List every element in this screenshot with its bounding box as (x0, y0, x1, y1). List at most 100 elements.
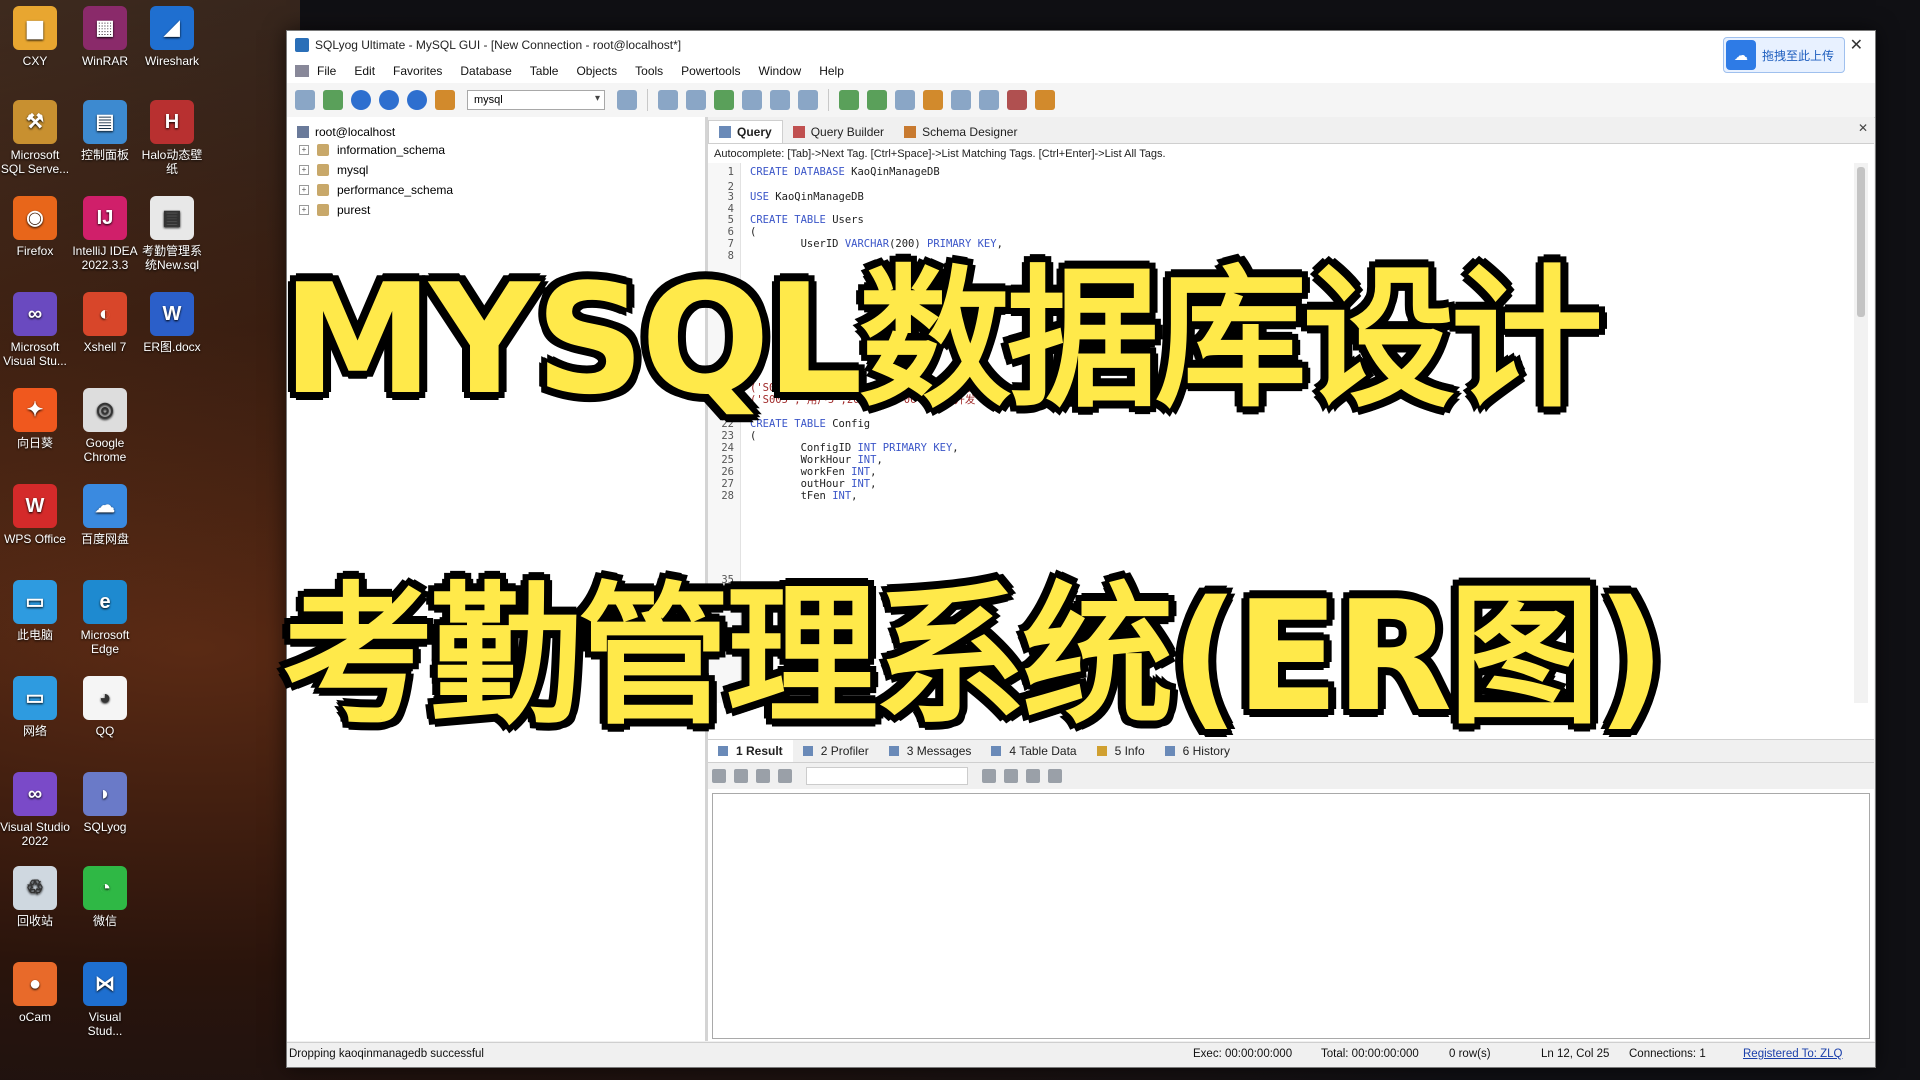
code-token: USE (750, 191, 776, 203)
new-connection-icon[interactable] (295, 90, 315, 110)
title-bar: SQLyog Ultimate - MySQL GUI - [New Conne… (287, 31, 1875, 73)
desktop-icon-network[interactable]: ▭ 网络 (0, 676, 70, 738)
schema-designer-icon[interactable] (1035, 90, 1055, 110)
tree-item-label: mysql (337, 163, 369, 177)
database-icon (317, 164, 329, 176)
cancel-icon[interactable] (1048, 769, 1062, 783)
desktop-icon-recycle-bin[interactable]: ♲ 回收站 (0, 866, 70, 928)
menu-file[interactable]: File (317, 64, 336, 78)
desktop-icon-wps[interactable]: W WPS Office (0, 484, 70, 546)
tree-item-information-schema[interactable]: + information_schema (299, 143, 445, 157)
desktop-icon-edge[interactable]: e Microsoft Edge (70, 580, 140, 656)
backup-icon[interactable] (658, 90, 678, 110)
delete-icon[interactable] (1026, 769, 1040, 783)
tree-item-purest[interactable]: + purest (299, 203, 370, 217)
add-row-icon[interactable] (982, 769, 996, 783)
close-tab-icon[interactable]: ✕ (1858, 121, 1868, 135)
query-builder-icon[interactable] (1007, 90, 1027, 110)
expand-icon[interactable]: + (299, 145, 309, 155)
data-sync-icon[interactable] (867, 90, 887, 110)
result-view-select[interactable] (806, 767, 968, 785)
tab-query-builder[interactable]: Query Builder (783, 121, 894, 143)
visual-studio-icon: ∞ (13, 292, 57, 336)
desktop-icon-this-pc[interactable]: ▭ 此电脑 (0, 580, 70, 642)
desktop-icon-winrar[interactable]: ▦ WinRAR (70, 6, 140, 68)
tree-item-performance-schema[interactable]: + performance_schema (299, 183, 453, 197)
expand-icon[interactable]: + (299, 205, 309, 215)
sync-icon[interactable] (839, 90, 859, 110)
desktop-icon-control-panel[interactable]: ▤ 控制面板 (70, 100, 140, 162)
desktop-icon-sqlyog[interactable]: ◗ SQLyog (70, 772, 140, 834)
desktop-icon-xshell[interactable]: ◐ Xshell 7 (70, 292, 140, 354)
desktop-icon-qq[interactable]: ◕ QQ (70, 676, 140, 738)
tree-item-mysql[interactable]: + mysql (299, 163, 368, 177)
desktop-icon-vs2022[interactable]: ∞ Visual Studio 2022 (0, 772, 70, 848)
menu-favorites[interactable]: Favorites (393, 64, 442, 78)
refresh-icon[interactable] (435, 90, 455, 110)
execute-all-icon[interactable] (379, 90, 399, 110)
import-icon[interactable] (714, 90, 734, 110)
desktop-icon-visual-studio[interactable]: ∞ Microsoft Visual Stu... (0, 292, 70, 368)
desktop-icon-halo[interactable]: H Halo动态壁纸 (137, 100, 207, 176)
desktop-icon-label: Firefox (16, 244, 54, 258)
desktop-icon-vscode[interactable]: ⋈ Visual Stud... (70, 962, 140, 1038)
upload-drop-button[interactable]: ☁ 拖拽至此上传 (1723, 37, 1845, 73)
folder-icon: ▆ (13, 6, 57, 50)
copy-icon[interactable] (734, 769, 748, 783)
expand-icon[interactable]: + (299, 185, 309, 195)
desktop-icon-chrome[interactable]: ◎ Google Chrome (70, 388, 140, 464)
desktop-icon-firefox[interactable]: ◉ Firefox (0, 196, 70, 258)
desktop-icon-label: 微信 (92, 914, 117, 928)
desktop-icon-intellij[interactable]: IJ IntelliJ IDEA 2022.3.3 (70, 196, 140, 272)
menu-tools[interactable]: Tools (635, 64, 663, 78)
execute-icon[interactable] (351, 90, 371, 110)
copy-database-icon[interactable] (895, 90, 915, 110)
desktop-icon-wireshark[interactable]: ◢ Wireshark (137, 6, 207, 68)
tree-root-connection[interactable]: root@localhost (297, 125, 395, 139)
expand-icon[interactable]: + (299, 165, 309, 175)
desktop-icon-wechat[interactable]: ◔ 微信 (70, 866, 140, 928)
menu-help[interactable]: Help (819, 64, 844, 78)
desktop-icon-folder[interactable]: ▆ CXY (0, 6, 70, 68)
desktop-icon-sunflower[interactable]: ✦ 向日葵 (0, 388, 70, 450)
restore-icon[interactable] (686, 90, 706, 110)
connect-icon[interactable] (323, 90, 343, 110)
export-icon[interactable] (712, 769, 726, 783)
desktop-icon-label: Microsoft Visual Stu... (3, 340, 67, 368)
vs2022-icon: ∞ (13, 772, 57, 816)
stop-icon[interactable] (407, 90, 427, 110)
menu-database[interactable]: Database (460, 64, 511, 78)
desktop-icon-sql-file[interactable]: ▤ 考勤管理系统New.sql (137, 196, 207, 272)
result-grid[interactable] (712, 793, 1870, 1039)
scrollbar-thumb[interactable] (1857, 167, 1865, 317)
desktop-icon-sql-server[interactable]: ⚒ Microsoft SQL Serve... (0, 100, 70, 176)
notification-icon[interactable] (951, 90, 971, 110)
desktop-icon-word[interactable]: W ER图.docx (137, 292, 207, 354)
filter-icon[interactable] (778, 769, 792, 783)
table-icon[interactable] (742, 90, 762, 110)
user-manager-icon[interactable] (617, 90, 637, 110)
status-registered[interactable]: Registered To: ZLQ (1743, 1048, 1843, 1060)
save-icon[interactable] (1004, 769, 1018, 783)
menu-edit[interactable]: Edit (354, 64, 375, 78)
desktop-icon-ocam[interactable]: ● oCam (0, 962, 70, 1024)
menu-table[interactable]: Table (530, 64, 559, 78)
menu-window[interactable]: Window (759, 64, 802, 78)
grid-icon[interactable] (770, 90, 790, 110)
desktop-icon-label: oCam (18, 1010, 51, 1024)
tab-schema-designer[interactable]: Schema Designer (894, 121, 1027, 143)
database-select[interactable]: mysql ▾ (467, 90, 605, 110)
print-icon[interactable] (756, 769, 770, 783)
tab-query[interactable]: Query (708, 120, 783, 143)
schema-icon[interactable] (798, 90, 818, 110)
job-agent-icon[interactable] (923, 90, 943, 110)
monitor-icon[interactable] (979, 90, 999, 110)
ocam-icon: ● (13, 962, 57, 1006)
menu-powertools[interactable]: Powertools (681, 64, 740, 78)
desktop-icon-baidu-netdisk[interactable]: ☁ 百度网盘 (70, 484, 140, 546)
line-number: 1 (727, 166, 734, 178)
menu-objects[interactable]: Objects (576, 64, 617, 78)
wechat-icon: ◔ (83, 866, 127, 910)
editor-scrollbar[interactable] (1854, 163, 1868, 703)
close-icon[interactable]: ✕ (1850, 35, 1863, 55)
